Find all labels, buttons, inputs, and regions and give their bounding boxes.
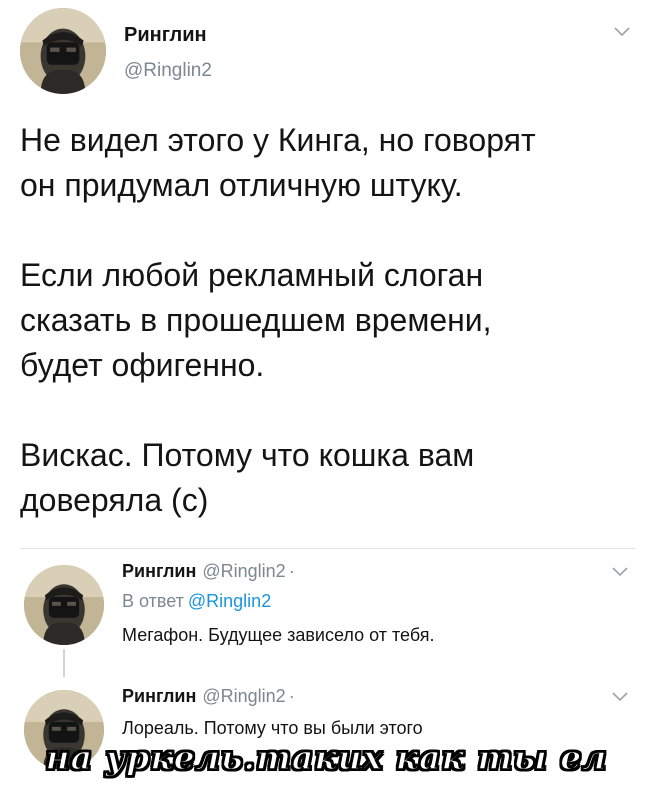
chevron-down-icon[interactable] [612,692,628,702]
reply-tweet[interactable]: Ринглин @Ringlin2 · В ответ @Ringlin2 Мегаф… [0,555,653,677]
tweet-line: Вискас. Потому что кошка вам [20,437,475,473]
overlay-caption: на уркель.таких как ты ел [45,737,608,778]
masked-person-avatar-icon [24,565,104,645]
main-tweet: Ринглин @Ringlin2 Не видел этого у Кинга… [0,0,653,548]
chevron-down-icon[interactable] [612,567,628,577]
reply-avatar[interactable] [24,565,104,645]
reply-header: Ринглин @Ringlin2 · [122,561,295,582]
author-handle[interactable]: @Ringlin2 [124,60,212,82]
reply-author-handle[interactable]: @Ringlin2 [202,686,285,706]
tweet-line: сказать в прошедшем времени, [20,302,492,338]
reply-to-line: В ответ @Ringlin2 [122,591,271,612]
tweet-line: он придумал отличную штуку. [20,167,463,203]
reply-author-handle[interactable]: @Ringlin2 [202,561,285,581]
reply-author-name[interactable]: Ринглин [122,561,196,581]
thread-connector-line [63,649,65,677]
chevron-down-icon[interactable] [614,27,630,37]
tweet-line: будет офигенно. [20,347,265,383]
tweet-text: Не видел этого у Кинга, но говорят он пр… [20,118,645,523]
reply-header: Ринглин @Ringlin2 · [122,686,295,707]
separator-dot: · [288,561,295,581]
divider [20,548,635,549]
tweet-line: Если любой рекламный слоган [20,257,484,293]
masked-person-avatar-icon [20,8,106,94]
reply-text: Лореаль. Потому что вы были этого [122,718,423,738]
tweet-line: доверяла (с) [20,482,209,518]
separator-dot: · [288,686,295,706]
reply-author-name[interactable]: Ринглин [122,686,196,706]
tweet-line: Не видел этого у Кинга, но говорят [20,122,536,158]
reply-to-prefix: В ответ [122,591,184,611]
reply-text: Мегафон. Будущее зависело от тебя. [122,625,435,645]
author-avatar[interactable] [20,8,106,94]
author-name[interactable]: Ринглин [124,24,207,47]
reply-to-handle-link[interactable]: @Ringlin2 [188,591,271,611]
